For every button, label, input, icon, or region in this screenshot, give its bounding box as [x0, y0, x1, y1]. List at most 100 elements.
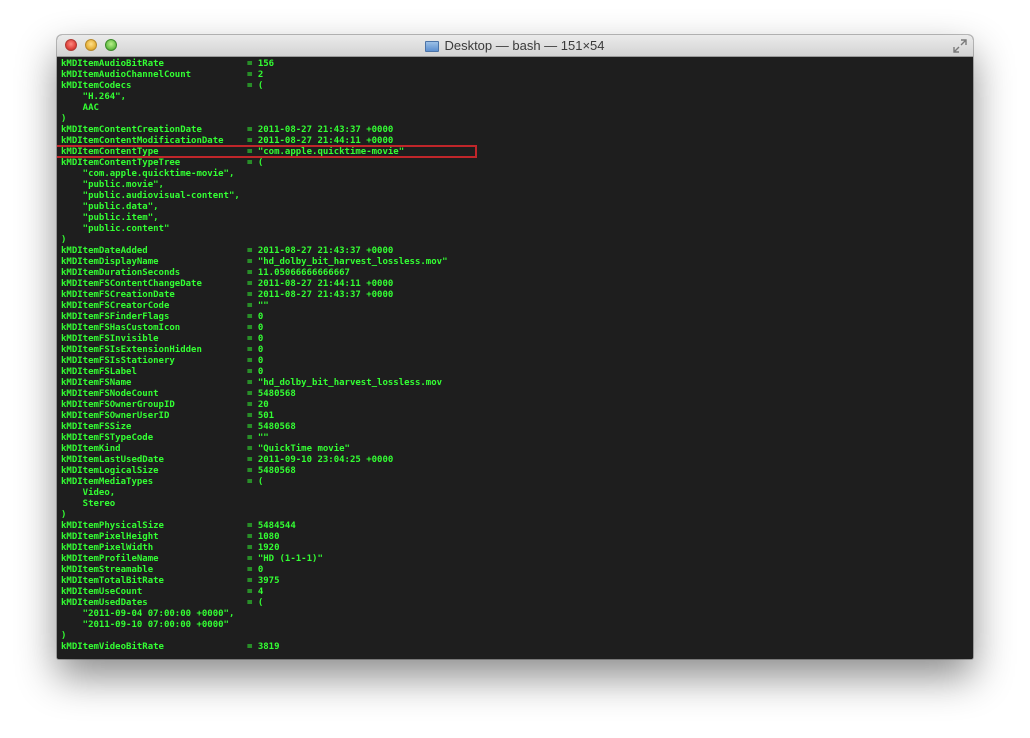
metadata-value: = 0 [247, 565, 264, 575]
metadata-key: kMDItemFSTypeCode [61, 433, 154, 443]
metadata-value: = 2 [247, 70, 264, 80]
metadata-key: kMDItemContentType [61, 147, 159, 157]
metadata-continuation: "public.audiovisual-content", [61, 191, 240, 201]
metadata-key: kMDItemFSIsStationery [61, 356, 175, 366]
metadata-continuation: "public.item", [61, 213, 159, 223]
metadata-value: = 20 [247, 400, 269, 410]
metadata-value: = 3819 [247, 642, 280, 652]
metadata-value: = 5484544 [247, 521, 296, 531]
terminal-line: kMDItemFSOwnerGroupID = 20 [61, 400, 447, 411]
terminal-line: "public.data", [61, 202, 447, 213]
folder-icon [425, 41, 440, 52]
metadata-key: kMDItemDateAdded [61, 246, 148, 256]
metadata-value: = 0 [247, 312, 264, 322]
terminal-line: kMDItemFSIsExtensionHidden = 0 [61, 345, 447, 356]
fullscreen-icon[interactable] [953, 39, 967, 53]
metadata-value: = 3975 [247, 576, 280, 586]
metadata-key: kMDItemFSName [61, 378, 132, 388]
terminal-line: kMDItemAudioBitRate = 156 [61, 59, 447, 70]
metadata-key: kMDItemUseCount [61, 587, 143, 597]
metadata-value: = "HD (1-1-1)" [247, 554, 323, 564]
metadata-continuation: ) [61, 114, 67, 124]
metadata-value: = 2011-08-27 21:44:11 +0000 [247, 136, 394, 146]
metadata-key: kMDItemPixelWidth [61, 543, 154, 553]
terminal-line: "com.apple.quicktime-movie", [61, 169, 447, 180]
metadata-key: kMDItemFSSize [61, 422, 132, 432]
metadata-key: kMDItemTotalBitRate [61, 576, 164, 586]
terminal-line: kMDItemFSIsStationery = 0 [61, 356, 447, 367]
metadata-value: = "" [247, 433, 269, 443]
metadata-key: kMDItemDisplayName [61, 257, 159, 267]
metadata-key: kMDItemContentCreationDate [61, 125, 202, 135]
metadata-value: = 2011-08-27 21:43:37 +0000 [247, 290, 394, 300]
metadata-key: kMDItemFSHasCustomIcon [61, 323, 181, 333]
metadata-key: kMDItemVideoBitRate [61, 642, 164, 652]
window-title: Desktop — bash — 151×54 [444, 38, 605, 53]
terminal-line: kMDItemFSOwnerUserID = 501 [61, 411, 447, 422]
terminal-window: Desktop — bash — 151×54 kMDItemAudioBitR… [57, 35, 973, 659]
metadata-continuation: "com.apple.quicktime-movie", [61, 169, 235, 179]
terminal-line: kMDItemContentCreationDate = 2011-08-27 2… [61, 125, 447, 136]
terminal-line: kMDItemFSNodeCount = 5480568 [61, 389, 447, 400]
metadata-key: kMDItemPhysicalSize [61, 521, 164, 531]
metadata-value: = ( [247, 598, 264, 608]
metadata-continuation: AAC [61, 103, 99, 113]
terminal-line: kMDItemProfileName = "HD (1-1-1)" [61, 554, 447, 565]
title-bar[interactable]: Desktop — bash — 151×54 [57, 35, 973, 57]
window-title-wrapper: Desktop — bash — 151×54 [57, 35, 973, 57]
metadata-value: = 0 [247, 334, 264, 344]
terminal-line: kMDItemLogicalSize = 5480568 [61, 466, 447, 477]
metadata-key: kMDItemDurationSeconds [61, 268, 181, 278]
metadata-value: = 0 [247, 367, 264, 377]
terminal-line: kMDItemFSName = "hd_dolby_bit_harvest_los… [61, 378, 447, 389]
terminal-line: kMDItemFSFinderFlags = 0 [61, 312, 447, 323]
metadata-key: kMDItemFSIsExtensionHidden [61, 345, 202, 355]
terminal-line: kMDItemPixelWidth = 1920 [61, 543, 447, 554]
terminal-line: kMDItemVideoBitRate = 3819 [61, 642, 447, 653]
metadata-continuation: ) [61, 235, 67, 245]
terminal-line: ) [61, 235, 447, 246]
terminal-line: kMDItemFSHasCustomIcon = 0 [61, 323, 447, 334]
metadata-continuation: "H.264", [61, 92, 127, 102]
metadata-value: = ( [247, 158, 264, 168]
metadata-value: = 5480568 [247, 389, 296, 399]
metadata-value: = "QuickTime movie" [247, 444, 350, 454]
terminal-line: kMDItemMediaTypes = ( [61, 477, 447, 488]
metadata-key: kMDItemContentModificationDate [61, 136, 224, 146]
metadata-key: kMDItemFSContentChangeDate [61, 279, 202, 289]
metadata-key: kMDItemPixelHeight [61, 532, 159, 542]
metadata-continuation: "public.data", [61, 202, 159, 212]
terminal-content[interactable]: kMDItemAudioBitRate = 156 kMDItemAudioChan… [57, 57, 973, 659]
metadata-value: = 1080 [247, 532, 280, 542]
terminal-line: AAC [61, 103, 447, 114]
metadata-key: kMDItemFSFinderFlags [61, 312, 170, 322]
terminal-line: Video, [61, 488, 447, 499]
terminal-line: kMDItemFSInvisible = 0 [61, 334, 447, 345]
terminal-line: kMDItemFSCreationDate = 2011-08-27 21:43:… [61, 290, 447, 301]
metadata-key: kMDItemAudioChannelCount [61, 70, 192, 80]
terminal-line: kMDItemContentType = "com.apple.quicktime… [61, 147, 447, 158]
metadata-value: = 4 [247, 587, 264, 597]
terminal-line: kMDItemUseCount = 4 [61, 587, 447, 598]
terminal-line: kMDItemDateAdded = 2011-08-27 21:43:37 +0… [61, 246, 447, 257]
metadata-continuation: "public.movie", [61, 180, 164, 190]
terminal-line: kMDItemDisplayName = "hd_dolby_bit_harves… [61, 257, 447, 268]
terminal-line: kMDItemContentModificationDate = 2011-08-… [61, 136, 447, 147]
terminal-line: kMDItemDurationSeconds = 11.0506666666666… [61, 268, 447, 279]
metadata-continuation: "2011-09-10 07:00:00 +0000" [61, 620, 229, 630]
terminal-line: Stereo [61, 499, 447, 510]
metadata-key: kMDItemFSCreatorCode [61, 301, 170, 311]
metadata-value: = 0 [247, 356, 264, 366]
terminal-line: "2011-09-10 07:00:00 +0000" [61, 620, 447, 631]
metadata-key: kMDItemFSLabel [61, 367, 137, 377]
metadata-value: = 11.05066666666667 [247, 268, 350, 278]
metadata-key: kMDItemFSInvisible [61, 334, 159, 344]
terminal-line: kMDItemContentTypeTree = ( [61, 158, 447, 169]
metadata-key: kMDItemContentTypeTree [61, 158, 181, 168]
metadata-value: = 156 [247, 59, 275, 69]
terminal-line: kMDItemKind = "QuickTime movie" [61, 444, 447, 455]
metadata-value: = "hd_dolby_bit_harvest_lossless.mov [247, 378, 443, 388]
terminal-line: kMDItemFSContentChangeDate = 2011-08-27 2… [61, 279, 447, 290]
metadata-key: kMDItemLogicalSize [61, 466, 159, 476]
metadata-key: kMDItemCodecs [61, 81, 132, 91]
